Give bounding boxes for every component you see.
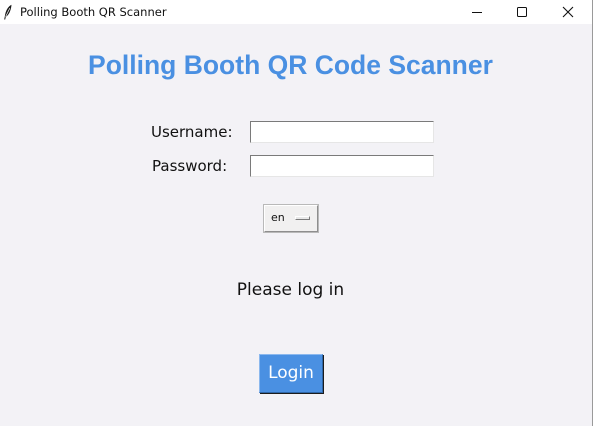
username-label: Username: xyxy=(151,123,233,141)
password-label: Password: xyxy=(152,157,228,175)
option-menu-indicator-icon xyxy=(295,216,310,220)
title-bar[interactable]: Polling Booth QR Scanner xyxy=(0,0,592,24)
app-window: Polling Booth QR Scanner Polling Booth Q… xyxy=(0,0,593,426)
minimize-icon xyxy=(471,3,483,22)
page-title: Polling Booth QR Code Scanner xyxy=(88,50,493,80)
login-button[interactable]: Login xyxy=(259,354,323,393)
language-value: en xyxy=(271,211,285,224)
window-title: Polling Booth QR Scanner xyxy=(20,5,167,19)
maximize-button[interactable] xyxy=(499,0,545,24)
maximize-icon xyxy=(516,3,528,22)
minimize-button[interactable] xyxy=(454,0,500,24)
close-icon xyxy=(562,3,574,22)
close-button[interactable] xyxy=(545,0,591,24)
status-message: Please log in xyxy=(236,280,345,300)
language-dropdown[interactable]: en xyxy=(264,205,318,232)
password-field[interactable] xyxy=(250,155,434,177)
username-field[interactable] xyxy=(250,121,434,143)
feather-icon xyxy=(3,4,13,20)
